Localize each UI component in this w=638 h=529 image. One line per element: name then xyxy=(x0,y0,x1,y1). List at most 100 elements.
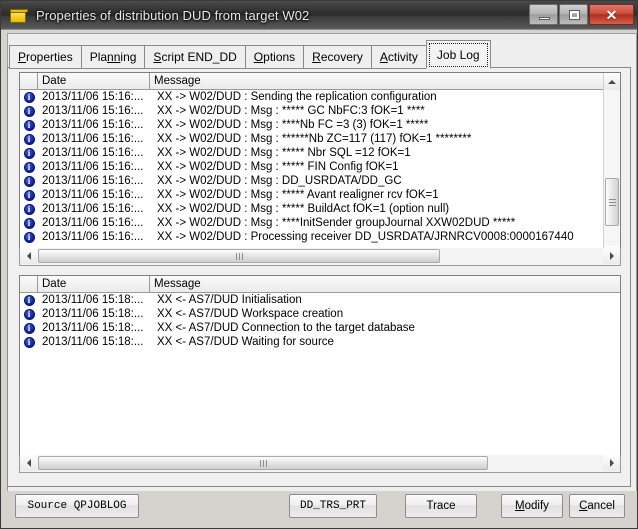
row-message-cell: XX <- AS7/DUD Workspace creation xyxy=(157,308,344,320)
row-icon-cell xyxy=(20,322,38,334)
dd-trs-prt-label: DD_TRS_PRT xyxy=(299,500,366,512)
modify-label: Modify xyxy=(515,500,549,512)
row-date-cell: 2013/11/06 15:18:... xyxy=(42,294,144,306)
close-button[interactable]: ✕ xyxy=(589,4,634,25)
table-row[interactable]: 2013/11/06 15:16:... XX -> W02/DUD : Send… xyxy=(20,90,620,104)
info-icon xyxy=(23,217,35,229)
hscroll-thumb[interactable] xyxy=(38,456,488,470)
table-row[interactable]: 2013/11/06 15:16:... XX -> W02/DUD : Msg … xyxy=(20,160,620,174)
scroll-up-button[interactable] xyxy=(604,73,620,90)
grip-icon xyxy=(259,459,268,467)
hscroll-left-button[interactable] xyxy=(20,455,37,471)
modify-button[interactable]: Modify xyxy=(501,494,563,518)
source-qpjoblog-label: Source QPJOBLOG xyxy=(27,500,127,512)
maximize-icon xyxy=(569,10,580,20)
row-icon-cell xyxy=(20,231,38,243)
info-icon xyxy=(23,203,35,215)
tab-job-log[interactable]: Job Log xyxy=(425,40,491,69)
info-icon xyxy=(23,294,35,306)
top-header-date[interactable]: Date xyxy=(38,73,150,89)
row-icon-cell xyxy=(20,308,38,320)
chevron-left-icon xyxy=(26,252,31,260)
row-date-cell: 2013/11/06 15:16:... xyxy=(42,231,144,243)
table-row[interactable]: 2013/11/06 15:16:... XX -> W02/DUD : Msg … xyxy=(20,118,620,132)
row-date-cell: 2013/11/06 15:18:... xyxy=(42,336,144,348)
chevron-up-icon xyxy=(608,79,616,84)
row-message-cell: XX -> W02/DUD : Msg : ****InitSender gro… xyxy=(157,217,516,229)
row-message-cell: XX -> W02/DUD : Msg : ***** Nbr SQL =12 … xyxy=(157,147,411,159)
top-list-header: Date Message xyxy=(20,73,620,90)
info-icon xyxy=(23,147,35,159)
row-date-cell: 2013/11/06 15:16:... xyxy=(42,133,144,145)
job-log-top-list[interactable]: Date Message 2013/11/06 15:16:... XX -> W… xyxy=(19,72,621,264)
minimize-button[interactable] xyxy=(529,4,558,25)
row-message-cell: XX -> W02/DUD : Msg : ****Nb FC =3 (3) f… xyxy=(157,119,429,131)
hscroll-thumb[interactable] xyxy=(38,249,440,263)
bottom-header-date[interactable]: Date xyxy=(38,276,150,292)
bottom-list-hscrollbar[interactable] xyxy=(19,455,621,473)
row-icon-cell xyxy=(20,175,38,187)
row-date-cell: 2013/11/06 15:18:... xyxy=(42,322,144,334)
table-row[interactable]: 2013/11/06 15:16:... XX -> W02/DUD : Msg … xyxy=(20,174,620,188)
trace-button[interactable]: Trace xyxy=(405,494,477,518)
table-row[interactable]: 2013/11/06 15:16:... XX -> W02/DUD : Proc… xyxy=(20,230,620,244)
minimize-icon xyxy=(539,17,550,20)
row-message-cell: XX -> W02/DUD : Processing receiver DD_U… xyxy=(157,231,574,243)
top-header-message[interactable]: Message xyxy=(150,73,620,89)
table-row[interactable]: 2013/11/06 15:18:... XX <- AS7/DUD Worksp… xyxy=(20,307,620,321)
row-icon-cell xyxy=(20,119,38,131)
info-icon xyxy=(23,133,35,145)
top-header-icon-col[interactable] xyxy=(20,73,38,89)
table-row[interactable]: 2013/11/06 15:16:... XX -> W02/DUD : Msg … xyxy=(20,146,620,160)
row-date-cell: 2013/11/06 15:16:... xyxy=(42,105,144,117)
table-row[interactable]: 2013/11/06 15:16:... XX -> W02/DUD : Msg … xyxy=(20,216,620,230)
hscroll-left-button[interactable] xyxy=(20,248,37,264)
row-icon-cell xyxy=(20,91,38,103)
table-row[interactable]: 2013/11/06 15:16:... XX -> W02/DUD : Msg … xyxy=(20,132,620,146)
row-date-cell: 2013/11/06 15:16:... xyxy=(42,147,144,159)
table-row[interactable]: 2013/11/06 15:16:... XX -> W02/DUD : Msg … xyxy=(20,188,620,202)
hscroll-right-button[interactable] xyxy=(603,455,620,471)
vscroll-thumb[interactable] xyxy=(605,178,619,226)
table-row[interactable]: 2013/11/06 15:16:... XX -> W02/DUD : Msg … xyxy=(20,104,620,118)
tab-recovery[interactable]: Recovery xyxy=(303,45,372,69)
maximize-button[interactable] xyxy=(559,4,588,25)
info-icon xyxy=(23,322,35,334)
bottom-header-icon-col[interactable] xyxy=(20,276,38,292)
hscroll-right-button[interactable] xyxy=(603,248,620,264)
table-row[interactable]: 2013/11/06 15:18:... XX <- AS7/DUD Initia… xyxy=(20,293,620,307)
top-list-hscrollbar[interactable] xyxy=(19,248,621,266)
tab-properties[interactable]: Properties xyxy=(9,45,82,69)
table-row[interactable]: 2013/11/06 15:18:... XX <- AS7/DUD Waitin… xyxy=(20,335,620,349)
info-icon xyxy=(23,119,35,131)
table-row[interactable]: 2013/11/06 15:16:... XX -> W02/DUD : Msg … xyxy=(20,202,620,216)
top-list-vscrollbar[interactable] xyxy=(603,73,620,263)
dialog-window: Properties of distribution DUD from targ… xyxy=(0,0,638,529)
bottom-list-rows: 2013/11/06 15:18:... XX <- AS7/DUD Initia… xyxy=(20,293,620,349)
row-message-cell: XX <- AS7/DUD Connection to the target d… xyxy=(157,322,415,334)
folder-icon xyxy=(10,8,28,23)
row-icon-cell xyxy=(20,133,38,145)
dd-trs-prt-button[interactable]: DD_TRS_PRT xyxy=(289,494,377,518)
row-icon-cell xyxy=(20,161,38,173)
cancel-button[interactable]: Cancel xyxy=(569,494,625,518)
table-row[interactable]: 2013/11/06 15:18:... XX <- AS7/DUD Connec… xyxy=(20,321,620,335)
bottom-header-message[interactable]: Message xyxy=(150,276,620,292)
row-icon-cell xyxy=(20,105,38,117)
tab-activity[interactable]: Activity xyxy=(370,45,427,69)
tab-script-end-dd[interactable]: Script END_DD xyxy=(144,45,246,69)
window-title: Properties of distribution DUD from targ… xyxy=(36,8,310,23)
row-icon-cell xyxy=(20,203,38,215)
row-date-cell: 2013/11/06 15:16:... xyxy=(42,217,144,229)
info-icon xyxy=(23,175,35,187)
row-message-cell: XX -> W02/DUD : Msg : ******Nb ZC=117 (1… xyxy=(157,133,472,145)
tab-planning[interactable]: Pla nn ing xyxy=(80,45,146,69)
tab-options[interactable]: Options xyxy=(244,45,305,69)
title-bar[interactable]: Properties of distribution DUD from targ… xyxy=(1,1,637,30)
bottom-list-header: Date Message xyxy=(20,276,620,293)
info-icon xyxy=(23,336,35,348)
job-log-bottom-list[interactable]: Date Message 2013/11/06 15:18:... XX <- A… xyxy=(19,275,621,471)
info-icon xyxy=(23,91,35,103)
window-controls: ✕ xyxy=(528,4,634,25)
source-qpjoblog-button[interactable]: Source QPJOBLOG xyxy=(15,494,139,518)
